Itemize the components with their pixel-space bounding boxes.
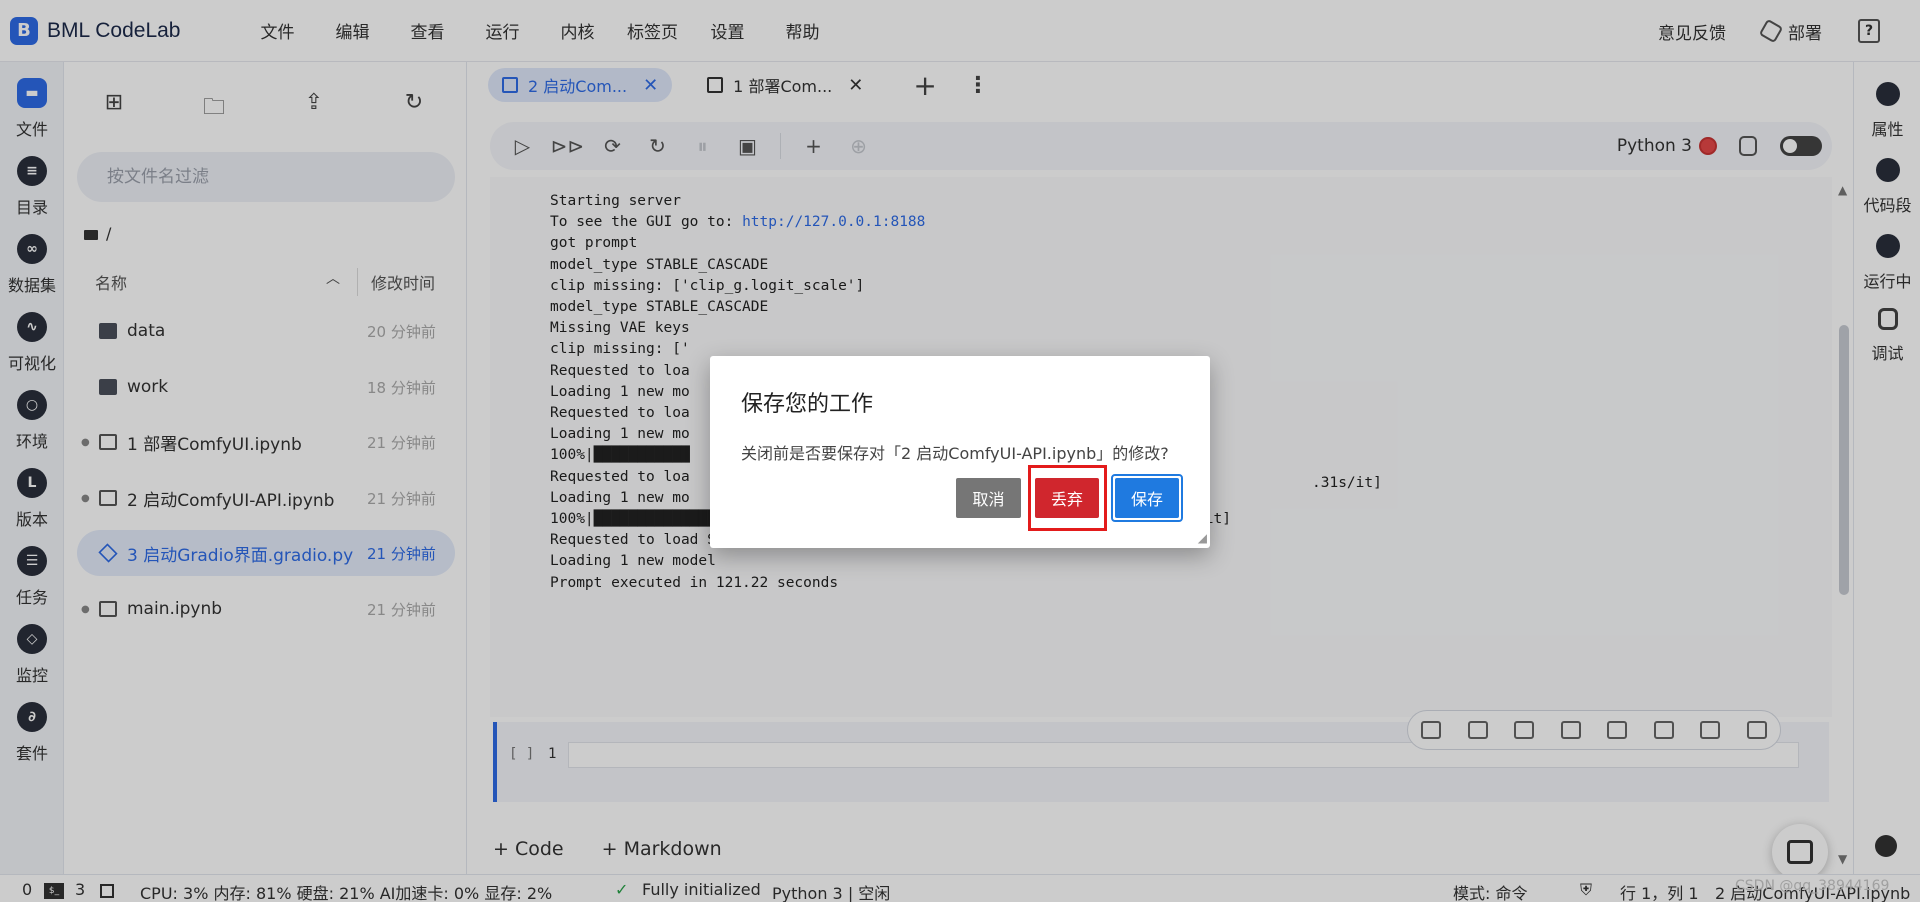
dialog-title: 保存您的工作 xyxy=(741,392,874,417)
resize-handle-icon[interactable]: ◢ xyxy=(1198,531,1207,545)
discard-button[interactable]: 丢弃 xyxy=(1035,478,1099,518)
cancel-button[interactable]: 取消 xyxy=(956,478,1021,518)
dialog-message: 关闭前是否要保存对「2 启动ComfyUI-API.ipynb」的修改? xyxy=(741,444,1169,463)
save-dialog: 保存您的工作 关闭前是否要保存对「2 启动ComfyUI-API.ipynb」的… xyxy=(710,356,1210,548)
modal-backdrop[interactable]: 保存您的工作 关闭前是否要保存对「2 启动ComfyUI-API.ipynb」的… xyxy=(0,0,1920,902)
save-button[interactable]: 保存 xyxy=(1115,478,1179,518)
